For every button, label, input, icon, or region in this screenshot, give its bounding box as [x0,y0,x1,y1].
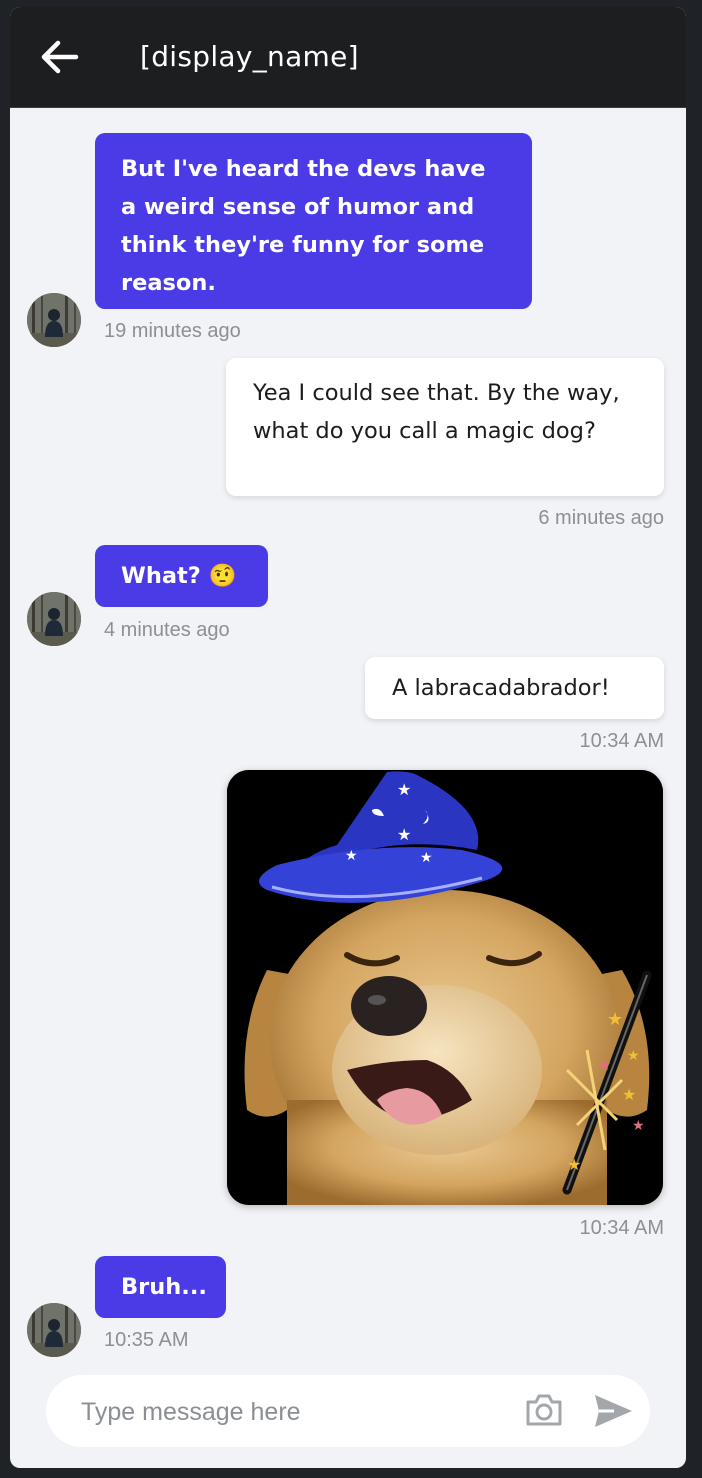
chat-title: [display_name] [140,40,359,73]
svg-text:★: ★ [607,1009,623,1030]
svg-text:★: ★ [567,1155,581,1174]
incoming-message-bubble: But I've heard the devs have a weird sen… [95,133,532,309]
chat-screen: [display_name] But I've heard the devs h… [10,7,686,1468]
svg-text:★: ★ [632,1118,645,1134]
back-button[interactable] [38,37,82,77]
message-timestamp: 6 minutes ago [538,507,664,529]
send-icon [595,1395,632,1427]
outgoing-message-bubble: A labracadabrador! [365,657,664,719]
message-timestamp: 19 minutes ago [104,320,241,342]
svg-text:★: ★ [627,1048,640,1064]
svg-text:★: ★ [420,850,433,866]
svg-text:★: ★ [597,1055,611,1074]
avatar [27,293,81,347]
camera-icon [526,1394,562,1426]
avatar [27,1303,81,1357]
smiling-dog-wizard-hat-image: ★ ★ ★ ★ ★ ★ ★ ★ ★ ★ [227,770,663,1205]
incoming-message-bubble: Bruh... [95,1256,226,1318]
send-button[interactable] [592,1391,634,1431]
message-timestamp: 10:34 AM [579,1217,664,1239]
svg-text:★: ★ [345,848,358,864]
avatar [27,592,81,646]
incoming-message-bubble: What? 🤨 [95,545,268,607]
message-timestamp: 4 minutes ago [104,619,230,641]
svg-text:★: ★ [397,780,411,799]
message-input[interactable] [79,1389,503,1435]
message-composer [46,1375,650,1447]
outgoing-message-bubble: Yea I could see that. By the way, what d… [226,358,664,496]
image-message[interactable]: ★ ★ ★ ★ ★ ★ ★ ★ ★ ★ [227,770,663,1205]
arrow-left-icon [41,40,79,74]
message-timestamp: 10:35 AM [104,1329,189,1351]
message-timestamp: 10:34 AM [579,730,664,752]
svg-text:★: ★ [397,825,411,844]
chat-header: [display_name] [10,7,686,108]
camera-button[interactable] [524,1391,564,1429]
svg-text:★: ★ [622,1085,636,1104]
